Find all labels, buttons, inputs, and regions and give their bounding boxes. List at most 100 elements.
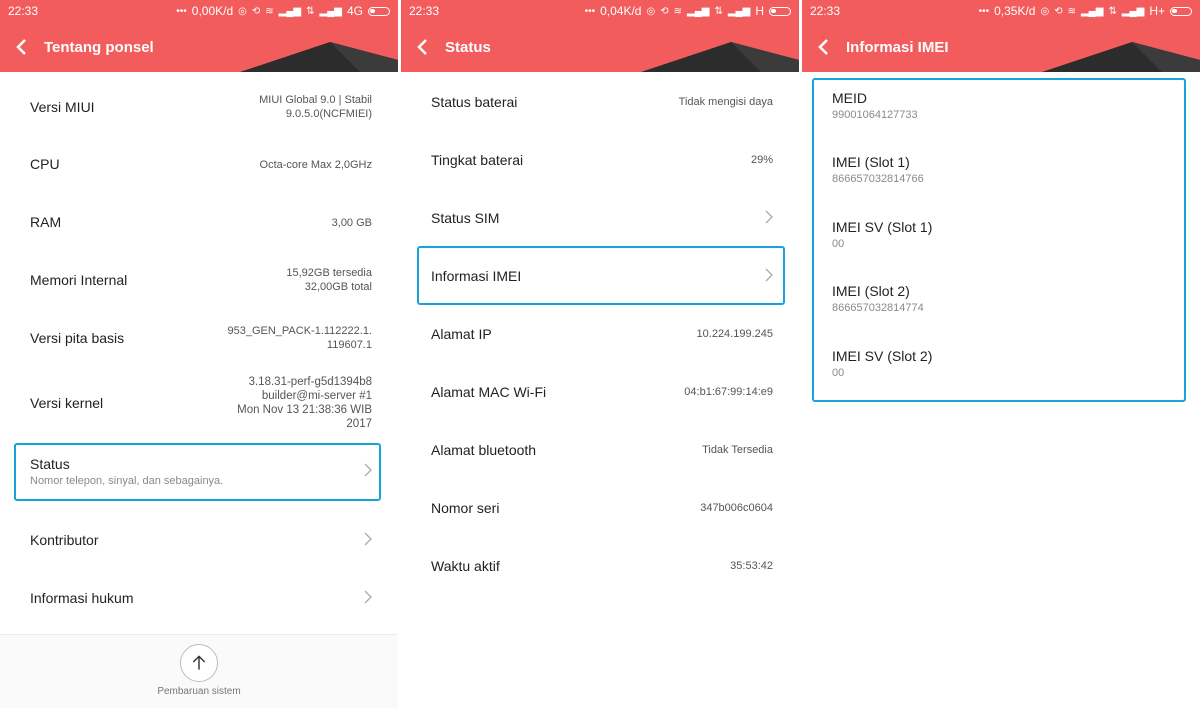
info-value: 35:53:42	[730, 560, 773, 572]
signal-icon: ▂▄▆	[278, 5, 302, 17]
link-label: Informasi hukum	[30, 590, 134, 606]
app-header: 22:33 ••• 0,35K/d ◎ ⟲ ≋ ▂▄▆ ⇅ ▂▄▆ H+ Inf…	[802, 0, 1200, 72]
info-value: MIUI Global 9.0 | Stabil 9.0.5.0(NCFMIEI…	[259, 94, 372, 120]
battery-icon	[368, 6, 390, 16]
chevron-right-icon	[364, 590, 372, 604]
battery-icon	[769, 6, 791, 16]
info-value: Tidak Tersedia	[702, 444, 773, 456]
panel-imei-info: 22:33 ••• 0,35K/d ◎ ⟲ ≋ ▂▄▆ ⇅ ▂▄▆ H+ Inf…	[802, 0, 1200, 708]
network-type: H+	[1149, 4, 1165, 18]
app-header: 22:33 ••• 0,04K/d ◎ ⟲ ≋ ▂▄▆ ⇅ ▂▄▆ H Stat…	[401, 0, 799, 72]
wifi-icon: ≋	[673, 5, 682, 17]
info-row-kernel: Versi kernel 3.18.31-perf-g5d1394b8 buil…	[0, 366, 398, 438]
status-row-serial: Nomor seri 347b006c0604	[401, 478, 799, 536]
more-dots-icon: •••	[978, 5, 990, 17]
info-label: Versi pita basis	[30, 330, 125, 346]
panel-status: 22:33 ••• 0,04K/d ◎ ⟲ ≋ ▂▄▆ ⇅ ▂▄▆ H Stat…	[401, 0, 799, 708]
status-row-sim[interactable]: Status SIM	[401, 188, 799, 246]
info-row-ram: RAM 3,00 GB	[0, 192, 398, 250]
back-arrow-icon[interactable]	[816, 37, 832, 57]
info-label: Alamat MAC Wi-Fi	[431, 384, 547, 400]
info-row-baseband: Versi pita basis 953_GEN_PACK-1.112222.1…	[0, 308, 398, 366]
info-label: RAM	[30, 214, 62, 230]
info-label: Alamat IP	[431, 326, 492, 342]
status-row-bluetooth: Alamat bluetooth Tidak Tersedia	[401, 420, 799, 478]
status-time: 22:33	[8, 4, 39, 18]
rotate-icon: ⟲	[1054, 5, 1063, 17]
info-label: Alamat bluetooth	[431, 442, 537, 458]
link-row-legal[interactable]: Informasi hukum	[0, 568, 398, 626]
info-value: Tidak mengisi daya	[678, 96, 773, 108]
app-header: 22:33 ••• 0,00K/d ◎ ⟲ ≋ ▂▄▆ ⇅ ▂▄▆ 4G Ten…	[0, 0, 398, 72]
link-row-contributor[interactable]: Kontributor	[0, 510, 398, 568]
hotspot-icon: ◎	[238, 5, 247, 17]
status-row-battery-status: Status baterai Tidak mengisi daya	[401, 72, 799, 130]
network-speed: 0,00K/d	[191, 4, 234, 18]
info-label: Waktu aktif	[431, 558, 500, 574]
system-update-button[interactable]	[180, 644, 218, 682]
info-value: Octa-core Max 2,0GHz	[259, 159, 372, 171]
info-value: 347b006c0604	[700, 502, 773, 514]
chevron-right-icon	[765, 210, 773, 224]
back-arrow-icon[interactable]	[415, 37, 431, 57]
link-label: Kontributor	[30, 532, 99, 548]
info-value: 04:b1:67:99:14:e9	[684, 386, 773, 398]
info-value: 10.224.199.245	[696, 328, 773, 340]
status-row-battery-level: Tingkat baterai 29%	[401, 130, 799, 188]
info-value: 29%	[750, 154, 773, 166]
hotspot-icon: ◎	[1040, 5, 1050, 17]
info-label: Status SIM	[431, 210, 500, 226]
status-row-ip: Alamat IP 10.224.199.245	[401, 304, 799, 362]
status-bar: 22:33 ••• 0,00K/d ◎ ⟲ ≋ ▂▄▆ ⇅ ▂▄▆ 4G	[0, 0, 398, 22]
network-speed: 0,04K/d	[600, 4, 642, 18]
info-value: 3,00 GB	[331, 217, 372, 229]
info-label: Nomor seri	[431, 500, 500, 516]
info-value: 953_GEN_PACK-1.112222.1. 119607.1	[227, 325, 372, 351]
info-value: 3.18.31-perf-g5d1394b8 builder@mi-server…	[237, 376, 372, 430]
info-label: Tingkat baterai	[431, 152, 524, 168]
chevron-right-icon	[364, 532, 372, 546]
network-type: 4G	[346, 4, 363, 18]
info-row-internal-memory: Memori Internal 15,92GB tersedia 32,00GB…	[0, 250, 398, 308]
highlight-box	[14, 443, 381, 501]
info-label: Memori Internal	[30, 272, 128, 288]
rotate-icon: ⟲	[251, 5, 261, 17]
back-arrow-icon[interactable]	[14, 37, 30, 57]
data-arrows-icon: ⇅	[1108, 5, 1117, 17]
status-time: 22:33	[810, 4, 841, 18]
network-speed: 0,35K/d	[994, 4, 1036, 18]
page-title: Tentang ponsel	[44, 39, 154, 56]
info-label: CPU	[30, 156, 60, 172]
battery-icon	[1170, 6, 1192, 16]
info-row-cpu: CPU Octa-core Max 2,0GHz	[0, 134, 398, 192]
status-row-wifi-mac: Alamat MAC Wi-Fi 04:b1:67:99:14:e9	[401, 362, 799, 420]
system-update-label: Pembaruan sistem	[157, 686, 241, 697]
wifi-icon: ≋	[265, 5, 274, 17]
highlight-box	[812, 78, 1186, 402]
signal-icon: ▂▄▆	[687, 5, 710, 17]
info-label: Versi MIUI	[30, 99, 95, 115]
signal-icon-2: ▂▄▆	[1121, 5, 1145, 17]
info-value: 15,92GB tersedia 32,00GB total	[286, 267, 372, 293]
panel-about-phone: 22:33 ••• 0,00K/d ◎ ⟲ ≋ ▂▄▆ ⇅ ▂▄▆ 4G Ten…	[0, 0, 398, 708]
data-arrows-icon: ⇅	[306, 5, 315, 17]
more-dots-icon: •••	[584, 5, 596, 17]
signal-icon: ▂▄▆	[1080, 5, 1104, 17]
more-dots-icon: •••	[176, 5, 187, 17]
signal-icon-2: ▂▄▆	[727, 5, 751, 17]
page-title: Informasi IMEI	[846, 39, 949, 56]
status-time: 22:33	[409, 4, 440, 18]
wifi-icon: ≋	[1067, 5, 1076, 17]
status-row-uptime: Waktu aktif 35:53:42	[401, 536, 799, 594]
info-label: Status baterai	[431, 94, 518, 110]
rotate-icon: ⟲	[660, 5, 669, 17]
highlight-box	[417, 246, 785, 305]
info-label: Versi kernel	[30, 395, 104, 411]
signal-icon-2: ▂▄▆	[319, 5, 342, 17]
page-title: Status	[445, 39, 491, 56]
data-arrows-icon: ⇅	[714, 5, 723, 17]
info-row-miui-version: Versi MIUI MIUI Global 9.0 | Stabil 9.0.…	[0, 72, 398, 134]
network-type: H	[755, 4, 764, 18]
status-bar: 22:33 ••• 0,04K/d ◎ ⟲ ≋ ▂▄▆ ⇅ ▂▄▆ H	[401, 0, 799, 22]
hotspot-icon: ◎	[646, 5, 656, 17]
